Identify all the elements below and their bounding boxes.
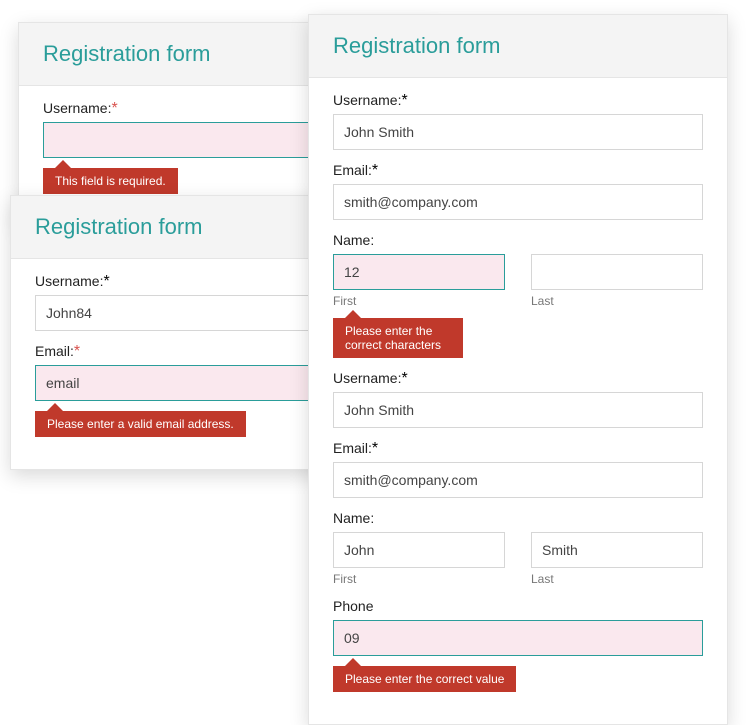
error-tooltip: Please enter the correct characters [333, 318, 463, 358]
first-name-col: First [333, 532, 505, 586]
email-field: Email:* [333, 440, 703, 498]
error-tooltip: Please enter a valid email address. [35, 411, 246, 437]
email-field: Email:* [333, 162, 703, 220]
username-input[interactable] [333, 114, 703, 150]
name-label: Name: [333, 510, 374, 526]
error-tooltip: This field is required. [43, 168, 178, 194]
username-label: Username: [35, 273, 103, 289]
first-name-input[interactable] [333, 254, 505, 290]
email-label: Email: [333, 162, 372, 178]
required-marker: * [111, 100, 117, 117]
name-row: First Please enter the correct character… [333, 254, 703, 358]
username-input[interactable] [333, 392, 703, 428]
name-row: First Last [333, 532, 703, 586]
required-marker: * [401, 370, 407, 387]
email-input[interactable] [333, 462, 703, 498]
first-sublabel: First [333, 294, 505, 308]
last-name-input[interactable] [531, 254, 703, 290]
last-sublabel: Last [531, 294, 703, 308]
card-body: Username:* Email:* Name: First Please en… [309, 78, 727, 724]
name-label: Name: [333, 232, 374, 248]
phone-field: Phone Please enter the correct value [333, 598, 703, 692]
required-marker: * [372, 440, 378, 457]
username-field: Username:* [333, 92, 703, 150]
email-label: Email: [333, 440, 372, 456]
phone-label: Phone [333, 598, 373, 614]
last-name-input[interactable] [531, 532, 703, 568]
username-label: Username: [333, 92, 401, 108]
email-input[interactable] [333, 184, 703, 220]
form-card-name-phone-errors: Registration form Username:* Email:* Nam… [308, 14, 728, 725]
last-name-col: Last [531, 254, 703, 358]
email-label: Email: [35, 343, 74, 359]
phone-input[interactable] [333, 620, 703, 656]
name-field: Name: First Last [333, 510, 703, 586]
card-title: Registration form [333, 33, 703, 59]
last-name-col: Last [531, 532, 703, 586]
first-sublabel: First [333, 572, 505, 586]
username-label: Username: [43, 100, 111, 116]
name-field: Name: First Please enter the correct cha… [333, 232, 703, 358]
username-field: Username:* [333, 370, 703, 428]
error-tooltip: Please enter the correct value [333, 666, 516, 692]
first-name-col: First Please enter the correct character… [333, 254, 505, 358]
required-marker: * [372, 162, 378, 179]
required-marker: * [401, 92, 407, 109]
card-header: Registration form [309, 15, 727, 78]
last-sublabel: Last [531, 572, 703, 586]
required-marker: * [103, 273, 109, 290]
first-name-input[interactable] [333, 532, 505, 568]
required-marker: * [74, 343, 80, 360]
username-label: Username: [333, 370, 401, 386]
